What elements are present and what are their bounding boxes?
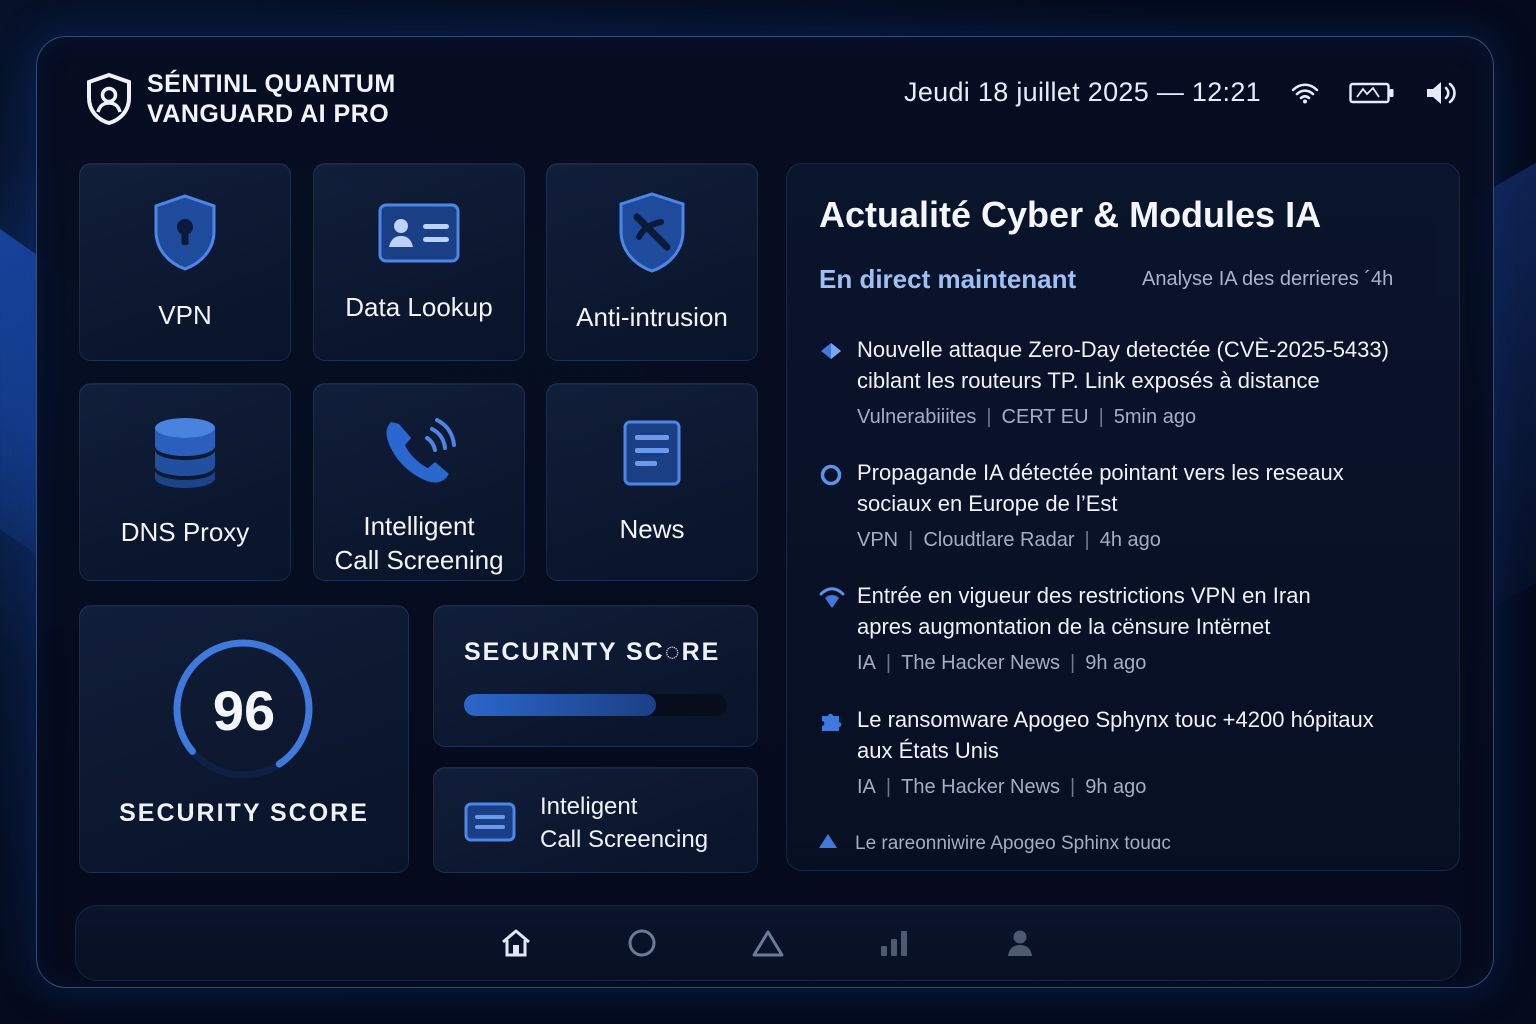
news-headline-line2: ciblant les routeurs TP. Link exposés à … bbox=[857, 368, 1320, 393]
shield-user-icon bbox=[85, 72, 133, 126]
tile-label-line1: Intelligent bbox=[363, 511, 475, 541]
news-item[interactable]: Entrée en vigueur des restrictions VPN e… bbox=[819, 580, 1441, 675]
news-panel: Actualité Cyber & Modules IA En direct m… bbox=[786, 163, 1460, 871]
tile-label: VPN bbox=[158, 299, 212, 330]
news-source: The Hacker News bbox=[901, 776, 1061, 798]
datetime: Jeudi 18 juillet 2025 — 12:21 bbox=[904, 77, 1261, 107]
news-headline-line1: Le ransomware Apogeo Sphуnx touc +4200 h… bbox=[857, 707, 1374, 732]
news-source: The Hacker News bbox=[901, 652, 1061, 674]
news-title: Actualité Cyber & Modules IA bbox=[819, 194, 1322, 235]
news-meta: IA | The Hacker News | 9h ago bbox=[857, 776, 1147, 798]
news-headline-line2: aux États Unis bbox=[857, 738, 999, 763]
news-item-truncated[interactable]: Le rareonniwire Apogeo Sphinx touɑc bbox=[817, 832, 1171, 856]
volume-icon[interactable] bbox=[1425, 79, 1459, 107]
database-icon bbox=[152, 416, 218, 495]
app-name-line1: SÉNTINL QUANTUM bbox=[147, 70, 396, 98]
tile-dns-proxy[interactable]: DNS Proxy bbox=[79, 383, 291, 581]
tile-data-lookup[interactable]: Data Lookup bbox=[313, 163, 525, 361]
call-screening-card[interactable]: Inteligent Call Screencing bbox=[433, 767, 758, 873]
news-tag: IA bbox=[857, 652, 876, 674]
news-item[interactable]: Propagande IA détectée pointant vers les… bbox=[819, 457, 1441, 552]
call-card-line1: Inteligent bbox=[540, 793, 638, 820]
diamond-icon bbox=[819, 340, 843, 367]
tile-label: News bbox=[619, 513, 685, 544]
news-headline-line2: sociaux en Europe de l’Est bbox=[857, 491, 1118, 516]
news-meta: VPN | Cloudtlare Radar | 4h ago bbox=[857, 529, 1161, 551]
news-time: 5min ago bbox=[1113, 406, 1197, 428]
news-headline-line1: Nouvelle attaque Zero-Day detectée (CVÈ-… bbox=[857, 337, 1389, 362]
news-meta: IA | The Hacker News | 9h ago bbox=[857, 652, 1147, 674]
news-headline-line2: apres augmontation de la cënsure Intërne… bbox=[857, 614, 1271, 639]
score-progress-bar bbox=[464, 694, 727, 716]
news-tag: IA bbox=[857, 776, 876, 798]
home-icon[interactable] bbox=[499, 926, 533, 960]
score-value: 96 bbox=[212, 679, 276, 742]
score-bar-title: SECURNTY SC◌RE bbox=[464, 638, 721, 666]
news-headline-line1: Propagande IA détectée pointant vers les… bbox=[857, 460, 1344, 485]
news-time: 9h ago bbox=[1085, 776, 1147, 798]
news-item[interactable]: Nouvelle attaque Zero-Day detectée (CVÈ-… bbox=[819, 334, 1441, 429]
news-source: CERT EU bbox=[1001, 406, 1089, 428]
bar-chart-icon[interactable] bbox=[877, 926, 911, 960]
tile-news[interactable]: News bbox=[546, 383, 758, 581]
security-score-card[interactable]: 96 SECURITY SCORE bbox=[79, 605, 409, 873]
score-title: SECURITY SCORE bbox=[119, 799, 369, 827]
news-meta: Vulnerabiiites | CERT EU | 5min ago bbox=[857, 406, 1197, 428]
news-analysis-label: Analyse IA des derrieres ´4h bbox=[1142, 268, 1394, 290]
tile-label-line2: Call Screening bbox=[334, 545, 504, 575]
document-icon bbox=[622, 419, 682, 492]
id-card-icon bbox=[377, 201, 461, 270]
tile-call-screening[interactable]: Intelligent Call Screening bbox=[313, 383, 525, 581]
news-tag: VPN bbox=[857, 529, 899, 551]
score-progress-fill bbox=[464, 694, 656, 716]
tile-label: Anti-intrusion bbox=[576, 301, 728, 332]
bottom-nav bbox=[75, 905, 1461, 981]
shield-lock-icon bbox=[150, 193, 220, 278]
shield-block-icon bbox=[615, 191, 689, 280]
app-window: SÉNTINL QUANTUM VANGUARD AI PRO Jeudi 18… bbox=[36, 36, 1494, 988]
news-time: 9h ago bbox=[1085, 652, 1147, 674]
news-headline-line1: Entrée en vigueur des restrictions VPN e… bbox=[857, 583, 1311, 608]
news-item[interactable]: Le ransomware Apogeo Sphуnx touc +4200 h… bbox=[819, 704, 1441, 799]
puzzle-icon bbox=[819, 710, 843, 739]
news-time: 4h ago bbox=[1099, 529, 1161, 551]
tile-label: Data Lookup bbox=[345, 291, 493, 322]
news-source: Cloudtlare Radar bbox=[923, 529, 1075, 551]
news-truncated-text: Le rareonniwire Apogeo Sphinx touɑc bbox=[855, 833, 1171, 854]
wifi-shield-icon bbox=[819, 586, 845, 615]
status-bar: Jeudi 18 juillet 2025 — 12:21 bbox=[904, 77, 1459, 108]
news-live-label[interactable]: En direct maintenant bbox=[819, 264, 1076, 295]
tile-label: DNS Proxy bbox=[120, 516, 250, 547]
list-card-icon bbox=[464, 802, 516, 847]
wifi-icon[interactable] bbox=[1291, 82, 1319, 104]
tile-vpn[interactable]: VPN bbox=[79, 163, 291, 361]
phone-ring-icon bbox=[379, 414, 459, 495]
battery-icon[interactable] bbox=[1349, 82, 1395, 104]
triangle-icon bbox=[817, 832, 839, 856]
brand: SÉNTINL QUANTUM VANGUARD AI PRO bbox=[85, 69, 396, 129]
circle-icon[interactable] bbox=[625, 926, 659, 960]
call-card-line2: Call Screencing bbox=[540, 826, 709, 853]
app-name-line2: VANGUARD AI PRO bbox=[147, 100, 390, 128]
score-bar-card[interactable]: SECURNTY SC◌RE bbox=[433, 605, 758, 747]
circle-icon bbox=[819, 463, 843, 492]
tile-anti-intrusion[interactable]: Anti-intrusion bbox=[546, 163, 758, 361]
user-icon[interactable] bbox=[1003, 926, 1037, 960]
triangle-icon[interactable] bbox=[751, 926, 785, 960]
news-tag: Vulnerabiiites bbox=[857, 406, 977, 428]
